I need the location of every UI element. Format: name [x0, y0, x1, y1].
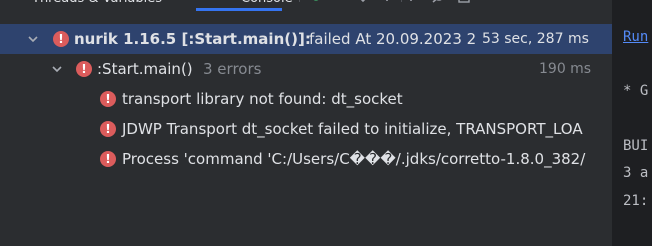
- tree-row-error[interactable]: ! Process 'command 'C:/Users/C���/.jdks/…: [0, 144, 612, 174]
- active-tab-indicator: [196, 8, 282, 11]
- tree-row-root[interactable]: ! nurik 1.16.5 [:Start.main()]: failed A…: [0, 24, 612, 54]
- error-icon: !: [100, 151, 116, 167]
- error-icon: !: [53, 31, 69, 47]
- error-icon: !: [100, 121, 116, 137]
- console-line: BUI: [623, 138, 649, 154]
- console-run-link[interactable]: Run: [623, 29, 648, 45]
- error-icon: !: [76, 61, 92, 77]
- tab-threads-variables[interactable]: Threads & Variables: [32, 0, 162, 12]
- toolbar-separator: [401, 0, 402, 2]
- task-name: :Start.main(): [97, 60, 193, 78]
- build-tool-window: Threads & Variables Console: [0, 0, 652, 246]
- more-options-icon[interactable]: [482, 0, 496, 3]
- toolbar-separator: [299, 0, 300, 2]
- chevron-down-icon[interactable]: [51, 61, 63, 77]
- evaluate-icon[interactable]: [457, 0, 471, 3]
- rerun-icon[interactable]: [306, 0, 320, 3]
- step-out-icon[interactable]: [380, 0, 394, 3]
- force-step-icon[interactable]: [408, 0, 422, 3]
- console-line: * G: [623, 83, 649, 99]
- error-message: JDWP Transport dt_socket failed to initi…: [122, 120, 583, 138]
- root-status: failed At 20.09.2023 2: [309, 30, 477, 48]
- step-into-icon[interactable]: [356, 0, 370, 3]
- error-message: Process 'command 'C:/Users/C���/.jdks/co…: [122, 150, 586, 168]
- console-output[interactable]: Run * G BUI 3 a 21:: [613, 0, 652, 246]
- tree-row-task[interactable]: ! :Start.main() 3 errors 190 ms: [0, 54, 612, 84]
- build-tree: ! nurik 1.16.5 [:Start.main()]: failed A…: [0, 12, 612, 246]
- chevron-down-icon[interactable]: [27, 31, 39, 47]
- task-error-count: 3 errors: [203, 60, 262, 78]
- root-duration: 53 sec, 287 ms: [482, 31, 589, 47]
- tree-row-error[interactable]: ! JDWP Transport dt_socket failed to ini…: [0, 114, 612, 144]
- tree-row-error[interactable]: ! transport library not found: dt_socket: [0, 84, 612, 114]
- step-over-icon[interactable]: [330, 0, 344, 3]
- root-name: nurik 1.16.5 [:Start.main()]:: [74, 30, 311, 48]
- console-line: 3 a: [623, 165, 649, 181]
- error-icon: !: [100, 91, 116, 107]
- error-message: transport library not found: dt_socket: [122, 90, 403, 108]
- console-line: 21:: [623, 193, 649, 209]
- task-duration: 190 ms: [539, 61, 592, 77]
- mute-breakpoints-icon[interactable]: [432, 0, 446, 3]
